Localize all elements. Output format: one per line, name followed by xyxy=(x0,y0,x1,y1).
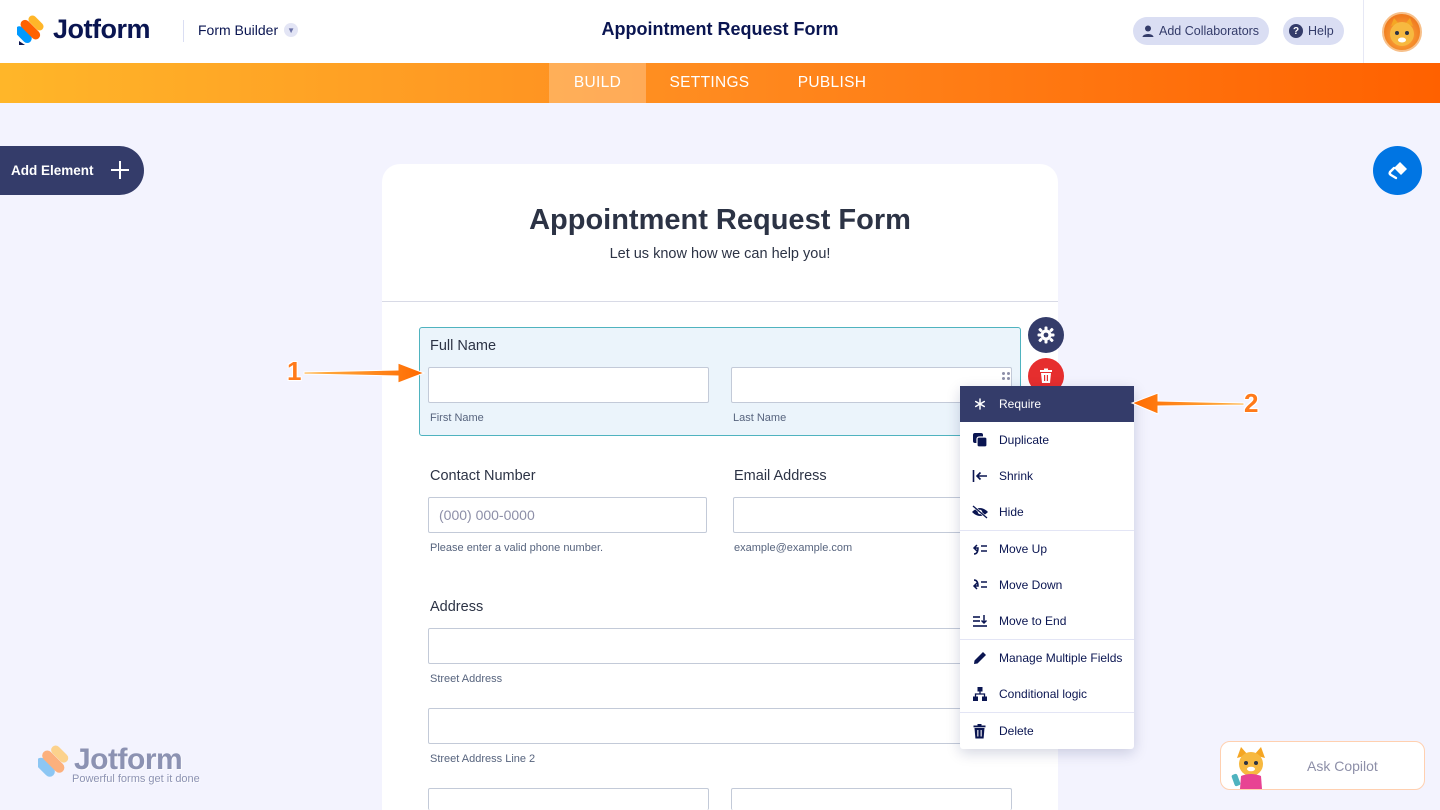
add-collaborators-button[interactable]: Add Collaborators xyxy=(1133,17,1270,45)
contact-number-input[interactable]: (000) 000-0000 xyxy=(428,497,707,533)
contact-number-sublabel: Please enter a valid phone number. xyxy=(430,542,604,554)
chevron-down-icon: ▼ xyxy=(284,23,299,37)
annotation-arrow-1 xyxy=(303,362,426,384)
street-address-sublabel: Street Address xyxy=(430,673,503,685)
gear-icon xyxy=(1037,326,1055,344)
email-address-sublabel: example@example.com xyxy=(734,542,853,554)
menu-label-shrink: Shrink xyxy=(999,469,1034,483)
avatar-cat-icon xyxy=(1390,18,1414,46)
menu-label-move-up: Move Up xyxy=(999,542,1048,556)
jotform-logo-icon xyxy=(38,745,69,777)
header-divider xyxy=(183,20,184,42)
menu-label-manage-multiple-fields: Manage Multiple Fields xyxy=(999,651,1123,665)
add-collaborators-label: Add Collaborators xyxy=(1159,24,1260,38)
tab-publish[interactable]: PUBLISH xyxy=(786,63,878,103)
menu-label-conditional-logic: Conditional logic xyxy=(999,687,1088,701)
help-button[interactable]: ? Help xyxy=(1283,17,1344,45)
builder-nav: BUILD SETTINGS PUBLISH xyxy=(0,63,1440,103)
state-input[interactable] xyxy=(731,788,1012,810)
trash-icon xyxy=(973,723,986,738)
jotform-logo[interactable]: Jotform xyxy=(17,14,151,45)
user-icon xyxy=(1142,25,1154,37)
paint-roller-icon xyxy=(1387,161,1407,179)
watermark-tagline: Powerful forms get it done xyxy=(72,773,200,785)
help-label: Help xyxy=(1308,24,1334,38)
menu-label-require: Require xyxy=(999,397,1042,411)
tab-build[interactable]: BUILD xyxy=(549,63,646,103)
plus-icon xyxy=(110,160,130,180)
trash-icon xyxy=(1040,368,1052,383)
watermark-brand: Jotform xyxy=(74,743,183,776)
first-name-input[interactable] xyxy=(428,367,709,403)
brand-name: Jotform xyxy=(53,14,151,44)
first-name-sublabel: First Name xyxy=(430,412,484,424)
street-address-input[interactable] xyxy=(428,628,963,664)
top-bar: Jotform Form Builder ▼ Appointment Reque… xyxy=(0,0,1440,63)
menu-item-move-up[interactable]: Move Up xyxy=(960,531,1134,567)
annotation-number-2: 2 xyxy=(1244,388,1259,418)
duplicate-icon xyxy=(972,433,988,448)
form-builder-dropdown[interactable]: Form Builder ▼ xyxy=(198,22,299,38)
contact-number-label[interactable]: Contact Number xyxy=(430,468,536,484)
menu-item-move-down[interactable]: Move Down xyxy=(960,567,1134,603)
ask-copilot-button[interactable]: Ask Copilot xyxy=(1220,741,1425,790)
question-icon: ? xyxy=(1289,24,1303,38)
drag-handle-icon[interactable] xyxy=(1002,372,1012,382)
sitemap-icon xyxy=(972,687,987,701)
street-address-line2-sublabel: Street Address Line 2 xyxy=(430,753,536,765)
full-name-label[interactable]: Full Name xyxy=(430,338,496,354)
field-context-menu: Require Duplicate Shrink Hide Move Up Mo… xyxy=(960,386,1134,749)
menu-item-hide[interactable]: Hide xyxy=(960,494,1134,530)
move-to-end-icon xyxy=(972,615,987,627)
annotation-arrow-2 xyxy=(1130,392,1245,415)
menu-item-require[interactable]: Require xyxy=(960,386,1134,422)
jotform-watermark: Jotform Powerful forms get it done xyxy=(38,743,218,789)
menu-label-hide: Hide xyxy=(999,505,1024,519)
form-subtitle[interactable]: Let us know how we can help you! xyxy=(382,246,1058,262)
menu-label-duplicate: Duplicate xyxy=(999,433,1050,447)
street-address-line2-input[interactable] xyxy=(428,708,963,744)
header-divider-right xyxy=(1363,0,1364,63)
menu-item-shrink[interactable]: Shrink xyxy=(960,458,1134,494)
form-title-header[interactable]: Appointment Request Form xyxy=(602,19,839,39)
move-down-icon xyxy=(972,579,987,590)
pencil-icon xyxy=(973,652,986,664)
menu-label-move-down: Move Down xyxy=(999,578,1063,592)
form-builder-label: Form Builder xyxy=(198,22,279,38)
copilot-cat-icon xyxy=(1231,747,1265,789)
add-element-label: Add Element xyxy=(11,163,94,178)
ask-copilot-label: Ask Copilot xyxy=(1307,758,1378,774)
add-element-button[interactable]: Add Element xyxy=(0,146,144,195)
menu-item-conditional-logic[interactable]: Conditional logic xyxy=(960,676,1134,712)
menu-item-manage-multiple-fields[interactable]: Manage Multiple Fields xyxy=(960,640,1134,676)
menu-label-move-to-end: Move to End xyxy=(999,614,1067,628)
tab-settings[interactable]: SETTINGS xyxy=(658,63,761,103)
jotform-logo-icon xyxy=(17,14,44,45)
avatar[interactable] xyxy=(1382,12,1422,52)
address-label[interactable]: Address xyxy=(430,599,483,615)
eye-slash-icon xyxy=(971,505,988,519)
last-name-sublabel: Last Name xyxy=(733,412,787,424)
annotation-number-1: 1 xyxy=(287,356,302,386)
shrink-icon xyxy=(972,470,987,482)
city-input[interactable] xyxy=(428,788,709,810)
menu-item-delete[interactable]: Delete xyxy=(960,713,1134,749)
email-address-label[interactable]: Email Address xyxy=(734,468,827,484)
menu-label-delete: Delete xyxy=(999,724,1034,738)
move-up-icon xyxy=(972,544,987,555)
asterisk-icon xyxy=(974,398,985,410)
menu-item-move-to-end[interactable]: Move to End xyxy=(960,603,1134,639)
menu-item-duplicate[interactable]: Duplicate xyxy=(960,422,1134,458)
header-separator xyxy=(382,301,1058,302)
form-title[interactable]: Appointment Request Form xyxy=(382,204,1058,237)
field-properties-button[interactable] xyxy=(1028,317,1064,353)
form-designer-button[interactable] xyxy=(1373,146,1422,195)
email-address-input[interactable] xyxy=(733,497,963,533)
